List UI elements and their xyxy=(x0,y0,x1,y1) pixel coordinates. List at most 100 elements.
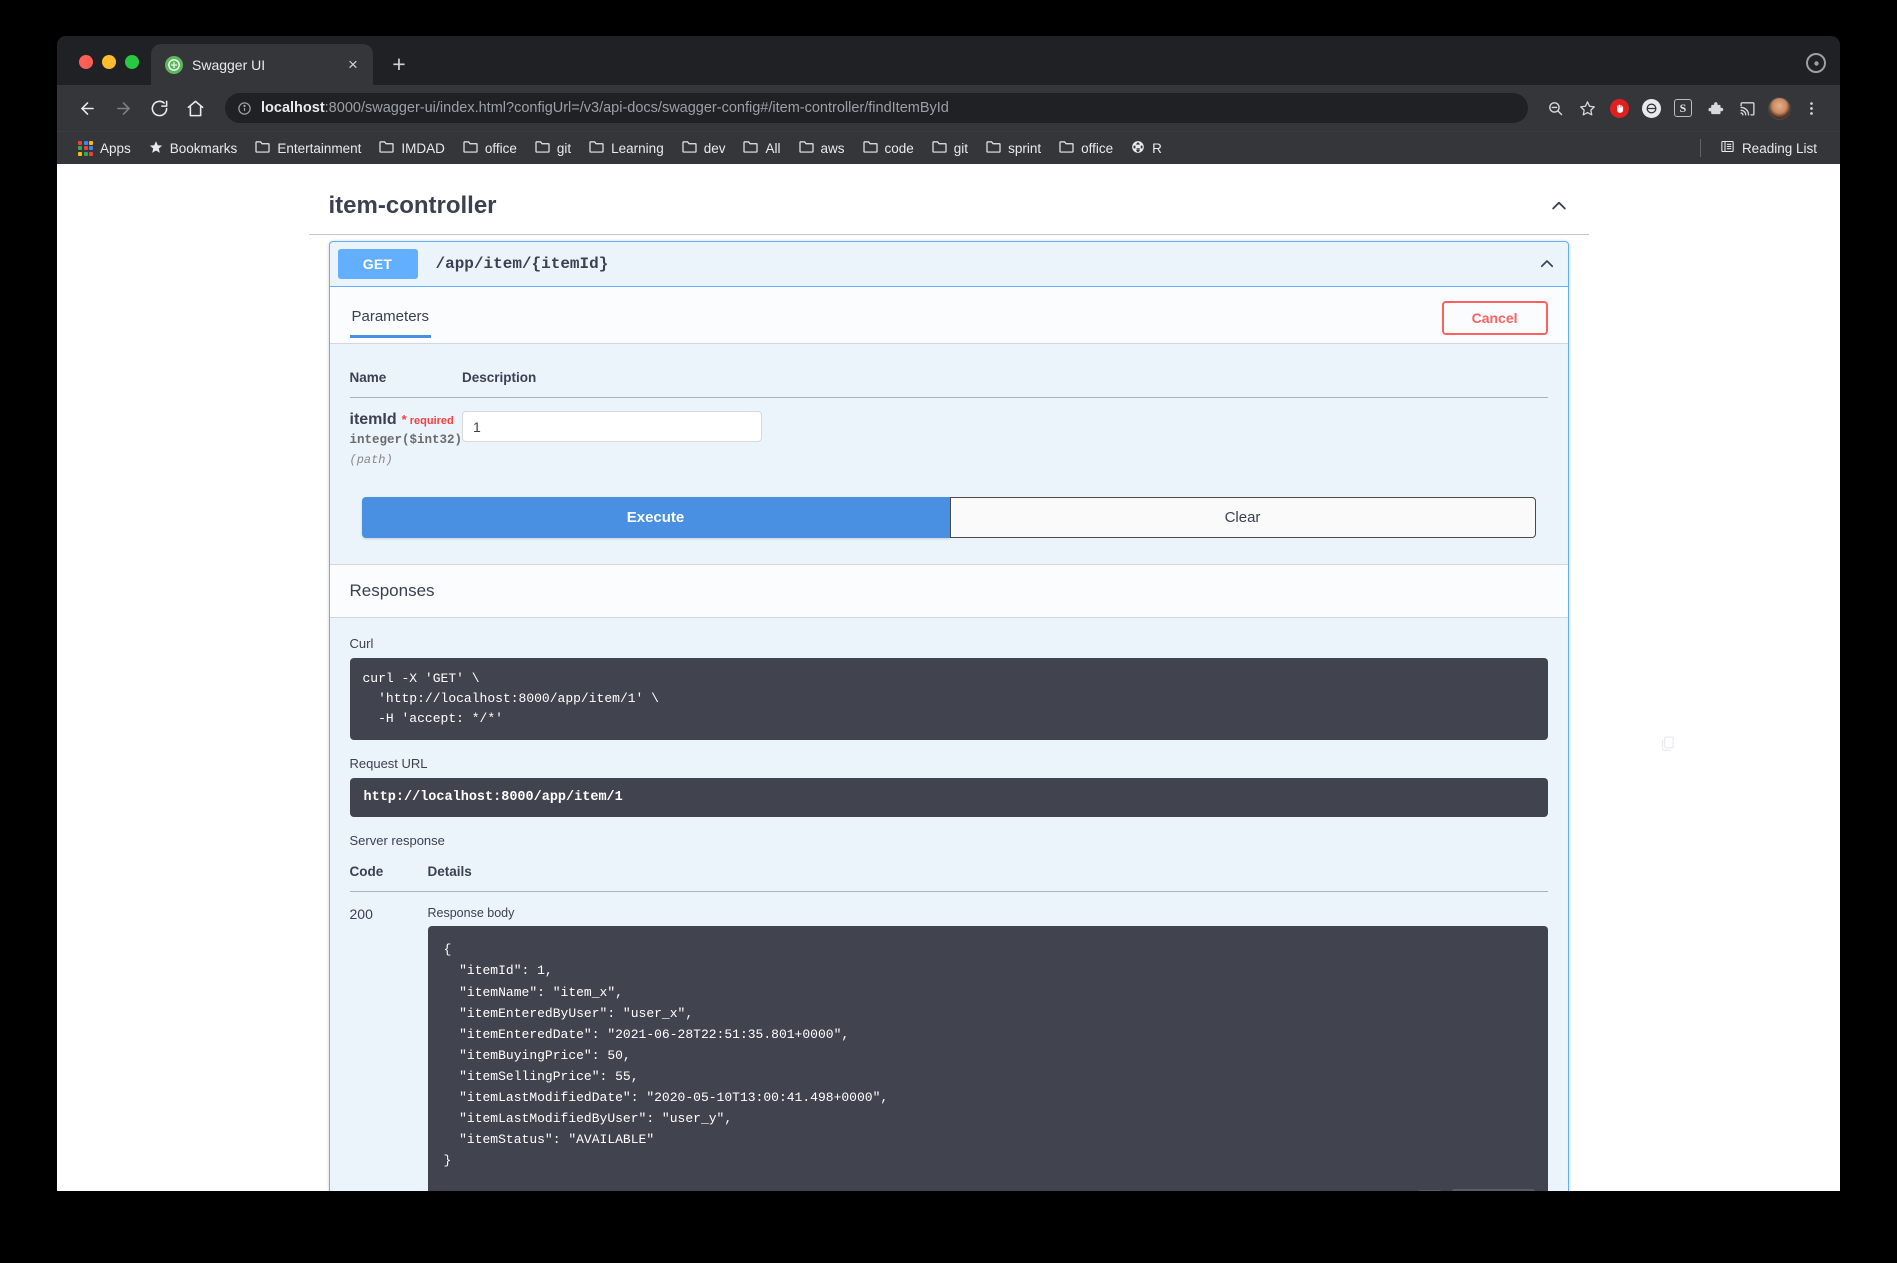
folder-icon xyxy=(986,140,1001,156)
apps-grid-icon xyxy=(78,140,93,156)
cancel-button[interactable]: Cancel xyxy=(1441,301,1548,335)
folder-icon xyxy=(1059,140,1074,156)
bookmark-bookmarks[interactable]: Bookmarks xyxy=(140,137,247,160)
download-button[interactable]: Download xyxy=(1451,1189,1536,1191)
toolbar-icons: S xyxy=(1540,93,1826,123)
home-button[interactable] xyxy=(179,92,211,124)
itemid-input[interactable] xyxy=(462,411,763,442)
bookmark-r[interactable]: R xyxy=(1122,137,1171,160)
extension-circle-icon[interactable] xyxy=(1636,93,1666,123)
bookmark-code[interactable]: code xyxy=(854,137,923,159)
bookmark-label: office xyxy=(1081,140,1114,156)
forward-button[interactable] xyxy=(107,92,139,124)
maximize-window-button[interactable] xyxy=(125,55,139,69)
bookmark-label: code xyxy=(884,140,914,156)
chevron-up-icon[interactable] xyxy=(1538,255,1556,273)
tabstrip-right-controls xyxy=(1806,53,1826,73)
bookmark-git-1[interactable]: git xyxy=(526,137,580,159)
extension-s-label: S xyxy=(1674,99,1692,117)
tab-strip: Swagger UI × + xyxy=(57,36,1840,85)
puzzle-piece-icon[interactable] xyxy=(1700,93,1730,123)
clear-button[interactable]: Clear xyxy=(949,497,1536,538)
swagger-logo-icon xyxy=(165,55,183,74)
param-name-line: itemId * required xyxy=(350,411,463,429)
bookmark-label: Apps xyxy=(100,140,131,156)
execute-button[interactable]: Execute xyxy=(361,497,950,538)
endpoint-path: /app/item/{itemId} xyxy=(435,255,609,273)
folder-icon xyxy=(743,140,759,156)
bookmark-label: All xyxy=(765,140,781,156)
tab-parameters[interactable]: Parameters xyxy=(349,306,432,338)
bookmark-label: Learning xyxy=(611,140,664,156)
bookmark-entertainment[interactable]: Entertainment xyxy=(246,137,370,159)
col-header-description: Description xyxy=(462,362,1548,398)
browser-window: Swagger UI × + localhost:8000/swagger-ui… xyxy=(57,36,1840,1191)
param-location: (path) xyxy=(349,453,393,467)
reload-button[interactable] xyxy=(143,92,175,124)
folder-icon xyxy=(379,140,394,156)
close-window-button[interactable] xyxy=(79,55,93,69)
reading-list-button[interactable]: Reading List xyxy=(1711,136,1826,160)
folder-icon xyxy=(862,140,878,156)
response-code: 200 xyxy=(349,906,373,923)
back-button[interactable] xyxy=(71,92,103,124)
folder-icon xyxy=(932,140,947,156)
server-response-table: Code Details 200 Response body {"itemId… xyxy=(349,858,1548,1191)
tag-header-item-controller[interactable]: item-controller xyxy=(308,182,1589,235)
opblock-tabs: Parameters Cancel xyxy=(329,287,1568,344)
swagger-ui-root: item-controller GET /app/item/{itemId} P… xyxy=(308,164,1674,1191)
screen: Swagger UI × + localhost:8000/swagger-ui… xyxy=(0,0,1897,1263)
bookmark-label: Bookmarks xyxy=(169,140,238,156)
page-title: item-controller xyxy=(328,192,497,219)
divider xyxy=(1699,139,1701,157)
folder-icon xyxy=(255,140,270,156)
bookmark-label: aws xyxy=(820,140,845,156)
bookmark-label: IMDAD xyxy=(401,140,445,156)
required-badge: * required xyxy=(402,412,454,427)
address-bar[interactable]: localhost:8000/swagger-ui/index.html?con… xyxy=(225,93,1528,123)
three-dot-menu-icon[interactable] xyxy=(1796,93,1826,123)
bookmark-all[interactable]: All xyxy=(734,137,789,159)
bookmark-apps[interactable]: Apps xyxy=(69,138,140,159)
responses-body: Curl curl -X 'GET' \ 'http://localhost:8… xyxy=(329,618,1674,1191)
bookmark-git-2[interactable]: git xyxy=(923,137,977,159)
info-icon[interactable] xyxy=(237,101,252,116)
bookmark-label: sprint xyxy=(1008,140,1042,156)
curl-text: curl -X 'GET' \ 'http://localhost:8000/a… xyxy=(362,671,659,727)
bookmark-office-2[interactable]: office xyxy=(1050,137,1122,159)
bookmark-aws[interactable]: aws xyxy=(790,137,854,159)
http-method-badge: GET xyxy=(337,249,418,279)
avatar[interactable] xyxy=(1764,93,1794,123)
bookmarks-bar: Apps Bookmarks Entertainment IMDAD offic… xyxy=(57,131,1840,164)
responses-section-title: Responses xyxy=(329,564,1568,618)
execute-clear-row: Execute Clear xyxy=(349,467,1548,564)
zoom-out-icon[interactable] xyxy=(1540,93,1570,123)
page-viewport: item-controller GET /app/item/{itemId} P… xyxy=(57,164,1840,1191)
star-icon[interactable] xyxy=(1572,93,1602,123)
reading-list-area: Reading List xyxy=(1699,136,1826,160)
bookmark-office-1[interactable]: office xyxy=(454,137,526,159)
browser-toolbar: localhost:8000/swagger-ui/index.html?con… xyxy=(57,85,1840,131)
sync-status-icon[interactable] xyxy=(1806,53,1826,73)
response-body-block: { "itemId": 1, "itemName": "item_x", "it… xyxy=(427,926,1548,1191)
new-tab-button[interactable]: + xyxy=(382,47,416,81)
browser-tab[interactable]: Swagger UI × xyxy=(151,44,373,85)
curl-label: Curl xyxy=(349,636,374,651)
tab-title: Swagger UI xyxy=(192,56,266,73)
bookmark-imdad[interactable]: IMDAD xyxy=(370,137,454,159)
parameters-table: Name Description itemId * required integ… xyxy=(349,362,1548,468)
opblock-body: Parameters Cancel Name Description itemI… xyxy=(329,287,1674,1191)
copy-to-clipboard-icon[interactable] xyxy=(1519,714,1674,751)
bookmark-sprint[interactable]: sprint xyxy=(977,137,1050,159)
minimize-window-button[interactable] xyxy=(102,55,116,69)
opblock-summary[interactable]: GET /app/item/{itemId} xyxy=(329,242,1568,287)
bookmark-learning[interactable]: Learning xyxy=(580,137,673,159)
close-tab-button[interactable]: × xyxy=(343,55,363,75)
bookmark-dev[interactable]: dev xyxy=(673,137,735,159)
cast-icon[interactable] xyxy=(1732,93,1762,123)
extension-s-icon[interactable]: S xyxy=(1668,93,1698,123)
adblock-stop-icon[interactable] xyxy=(1604,93,1634,123)
chevron-up-icon[interactable] xyxy=(1549,196,1569,216)
param-input-cell xyxy=(462,398,1547,468)
copy-to-clipboard-icon[interactable] xyxy=(1417,1189,1444,1191)
